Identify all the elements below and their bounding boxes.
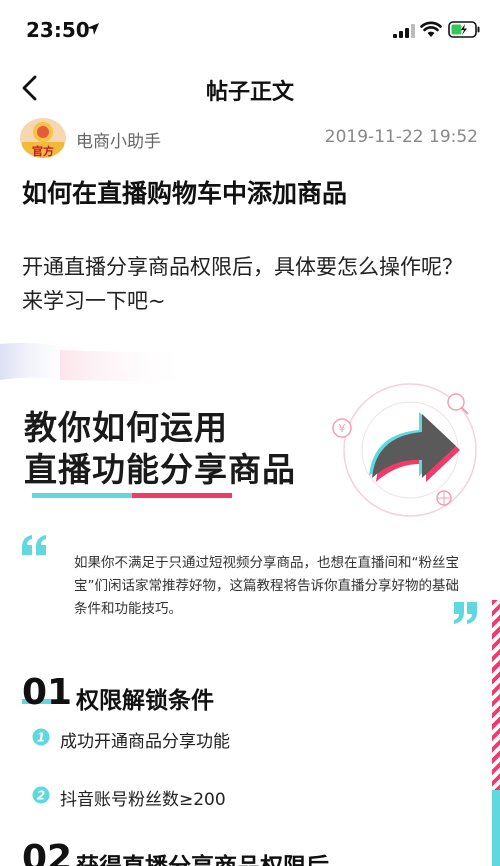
- author-row: 官方 电商小助手 2019-11-22 19:52: [0, 116, 500, 160]
- author-name[interactable]: 电商小助手: [76, 127, 161, 152]
- list-item: 成功开通商品分享功能: [60, 732, 230, 752]
- avatar-image: 官方: [20, 118, 66, 158]
- post-body: 开通直播分享商品权限后，具体要怎么操作呢？来学习一下吧~: [22, 255, 463, 313]
- section2-number: 02: [22, 838, 73, 866]
- banner-heading-line2: 直播功能分享商品: [24, 450, 296, 489]
- post-title: 如何在直播购物车中添加商品: [22, 179, 348, 208]
- post-timestamp: 2019-11-22 19:52: [324, 127, 478, 147]
- status-bar: 23:50: [0, 0, 500, 60]
- side-stripe-cyan: [492, 790, 500, 866]
- nav-bar: 帖子正文: [0, 60, 500, 116]
- svg-text:2: 2: [37, 789, 45, 803]
- battery-icon: [448, 21, 480, 38]
- section2-title: 获得直播分享商品权限后: [76, 847, 329, 866]
- search-icon: [447, 393, 469, 415]
- share-arrow-icon: [369, 412, 460, 482]
- status-time: 23:50: [26, 18, 90, 42]
- section1-title: 权限解锁条件: [76, 688, 214, 714]
- banner-heading-line1: 教你如何运用: [24, 408, 228, 447]
- location-arrow-icon: [87, 23, 99, 35]
- avatar-badge: 官方: [32, 144, 54, 158]
- svg-text:¥: ¥: [339, 422, 346, 435]
- signal-icon: [393, 24, 415, 38]
- yen-icon: ¥: [332, 418, 352, 438]
- banner-illustration: ¥: [332, 383, 477, 517]
- section1-number: 01: [22, 672, 73, 713]
- avatar[interactable]: 官方: [20, 118, 66, 158]
- list-item: 抖音账号粉丝数≥200: [60, 790, 226, 810]
- list-badge-2: 2: [32, 786, 50, 804]
- list-badge-1: 1: [32, 728, 50, 746]
- banner-underline-pink: [132, 493, 232, 498]
- page-title: 帖子正文: [205, 80, 294, 105]
- target-icon: [436, 490, 452, 506]
- side-stripe-pink: [492, 600, 500, 790]
- banner-underline-cyan: [32, 493, 132, 498]
- svg-text:1: 1: [37, 731, 45, 745]
- quote-open-icon: [22, 535, 46, 555]
- wifi-icon: [420, 21, 442, 37]
- quote-close-icon: [454, 602, 477, 624]
- quote-text: 如果你不满足于只通过短视频分享商品，也想在直播间和“粉丝宝宝”们闲话家常推荐好物…: [74, 555, 459, 617]
